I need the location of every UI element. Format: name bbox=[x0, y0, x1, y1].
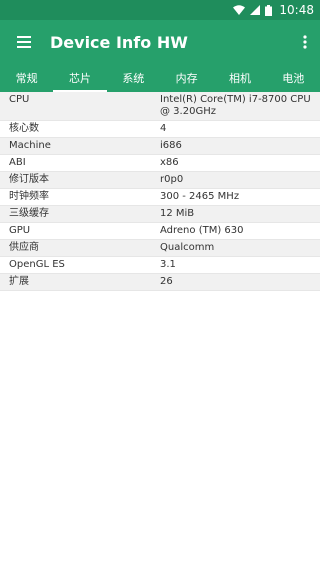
app-title: Device Info HW bbox=[50, 32, 188, 52]
more-options-icon[interactable] bbox=[290, 20, 320, 64]
row-label: Machine bbox=[9, 140, 51, 151]
row-value: 12 MiB bbox=[160, 208, 195, 219]
row-value: 4 bbox=[160, 123, 167, 134]
status-bar: 10:48 bbox=[0, 0, 320, 20]
row-value: Adreno (TM) 630 bbox=[160, 225, 244, 236]
row-value: Qualcomm bbox=[160, 242, 215, 253]
row-cpu: CPU Intel(R) Core(TM) i7-8700 CPU @ 3.20… bbox=[0, 92, 320, 121]
row-machine: Machine i686 bbox=[0, 138, 320, 155]
status-time: 10:48 bbox=[279, 3, 314, 17]
tab-bar: 常规 芯片 系统 内存 相机 电池 bbox=[0, 64, 320, 92]
tab-battery[interactable]: 电池 bbox=[267, 64, 320, 92]
row-label: OpenGL ES bbox=[9, 259, 65, 270]
row-label: 修订版本 bbox=[9, 174, 49, 185]
tab-memory[interactable]: 内存 bbox=[160, 64, 213, 92]
row-label: 时钟频率 bbox=[9, 191, 49, 202]
row-clock-speed: 时钟频率 300 - 2465 MHz bbox=[0, 189, 320, 206]
app-bar: Device Info HW bbox=[0, 20, 320, 64]
tab-system[interactable]: 系统 bbox=[107, 64, 160, 92]
row-value: 300 - 2465 MHz bbox=[160, 191, 240, 202]
row-label: 供应商 bbox=[9, 242, 39, 253]
row-l3-cache: 三级缓存 12 MiB bbox=[0, 206, 320, 223]
row-value: r0p0 bbox=[160, 174, 184, 185]
menu-icon[interactable] bbox=[0, 20, 48, 64]
row-opengl-es: OpenGL ES 3.1 bbox=[0, 257, 320, 274]
row-cores: 核心数 4 bbox=[0, 121, 320, 138]
tab-camera[interactable]: 相机 bbox=[213, 64, 266, 92]
row-vendor: 供应商 Qualcomm bbox=[0, 240, 320, 257]
row-value: i686 bbox=[160, 140, 182, 151]
signal-icon bbox=[250, 5, 261, 15]
battery-icon bbox=[265, 4, 273, 16]
row-label: 核心数 bbox=[9, 123, 39, 134]
row-value: 3.1 bbox=[160, 259, 176, 270]
row-label: ABI bbox=[9, 157, 26, 168]
row-label: 三级缓存 bbox=[9, 208, 49, 219]
row-revision: 修订版本 r0p0 bbox=[0, 172, 320, 189]
tab-chip[interactable]: 芯片 bbox=[53, 64, 107, 92]
row-extensions: 扩展 26 bbox=[0, 274, 320, 291]
row-abi: ABI x86 bbox=[0, 155, 320, 172]
chip-info-table: CPU Intel(R) Core(TM) i7-8700 CPU @ 3.20… bbox=[0, 92, 320, 291]
row-label: 扩展 bbox=[9, 276, 29, 287]
row-value: Intel(R) Core(TM) i7-8700 CPU @ 3.20GHz bbox=[160, 94, 311, 117]
wifi-icon bbox=[233, 5, 246, 15]
row-gpu: GPU Adreno (TM) 630 bbox=[0, 223, 320, 240]
row-label: CPU bbox=[9, 94, 30, 105]
tab-general[interactable]: 常规 bbox=[0, 64, 53, 92]
row-value: x86 bbox=[160, 157, 179, 168]
row-value: 26 bbox=[160, 276, 173, 287]
row-label: GPU bbox=[9, 225, 31, 236]
